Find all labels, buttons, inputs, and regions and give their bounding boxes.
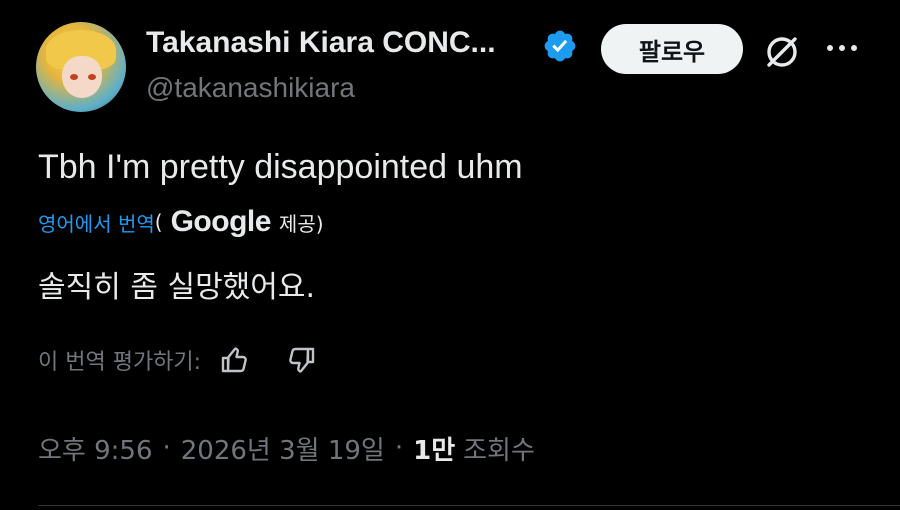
translated-text: 솔직히 좀 실망했어요. [38,270,316,305]
translation-attribution: 영어에서 번역 ( Google 제공) [38,204,324,240]
tweet-text: Tbh I'm pretty disappointed uhm [38,148,523,186]
open-paren: ( [154,210,163,234]
divider [38,505,900,506]
avatar-eye-left [70,74,78,80]
rate-label: 이 번역 평가하기: [38,350,202,375]
translated-from-link[interactable]: 영어에서 번역 [38,208,155,237]
separator: · [394,433,404,463]
thumbs-down-icon[interactable] [285,344,317,376]
grok-icon[interactable] [760,30,804,74]
verified-badge-icon [544,30,576,62]
views-count: 1만 [413,435,456,466]
provided-label: 제공) [278,211,324,236]
separator: · [162,433,171,463]
avatar-face [62,56,102,98]
user-handle[interactable]: @takanashikiara [146,72,355,104]
thumbs-up-icon[interactable] [219,344,251,376]
avatar-eye-right [88,74,96,80]
more-icon[interactable] [822,40,862,56]
tweet-date[interactable]: 2026년 3월 19일 [181,430,385,467]
tweet-meta: 오후 9:56 · 2026년 3월 19일 · 1만 조회수 [38,428,535,468]
tweet-time[interactable]: 오후 9:56 [38,430,153,467]
follow-button[interactable]: 팔로우 [601,24,743,74]
google-logo: Google [170,205,272,238]
avatar[interactable] [36,22,126,112]
display-name[interactable]: Takanashi Kiara CONC... [146,26,496,60]
views-label: 조회수 [463,435,535,466]
rate-translation: 이 번역 평가하기: [38,342,317,378]
